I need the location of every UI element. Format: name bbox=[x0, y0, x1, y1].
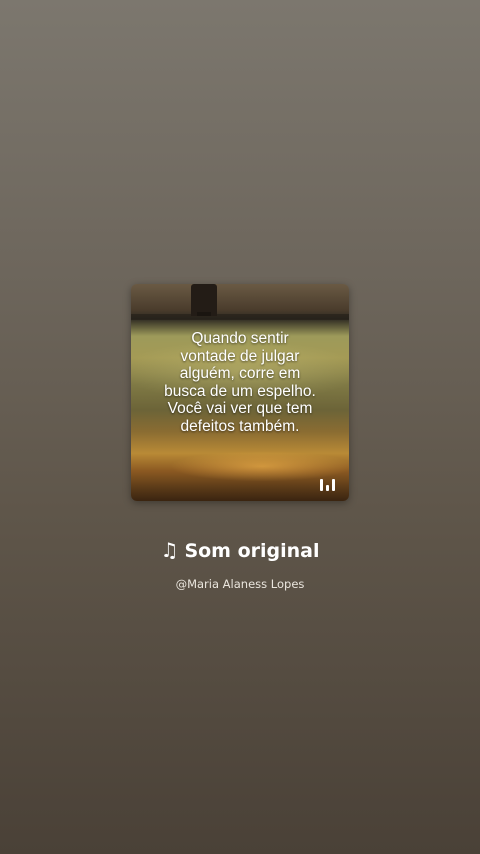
quote-line: vontade de julgar bbox=[180, 347, 300, 365]
sound-title-label: Som original bbox=[184, 540, 320, 562]
waveform-logo-icon bbox=[320, 479, 336, 491]
horizon-line bbox=[131, 314, 349, 320]
quote-line: Você vai ver que tem bbox=[167, 400, 313, 418]
quote-line: Quando sentir bbox=[191, 330, 289, 347]
quote-line: alguém, corre em bbox=[179, 365, 301, 383]
cover-quote-text: Quando sentir vontade de julgar alguém, … bbox=[137, 330, 343, 436]
sound-title[interactable]: ♫ Som original bbox=[0, 538, 480, 562]
cover-image[interactable]: Quando sentir vontade de julgar alguém, … bbox=[131, 284, 349, 501]
music-note-icon: ♫ bbox=[160, 538, 179, 562]
sound-author[interactable]: @Maria Alaness Lopes bbox=[0, 577, 480, 591]
quote-line: busca de um espelho. bbox=[164, 382, 316, 400]
silhouette-figure bbox=[191, 284, 217, 316]
quote-line: defeitos também. bbox=[180, 417, 300, 435]
